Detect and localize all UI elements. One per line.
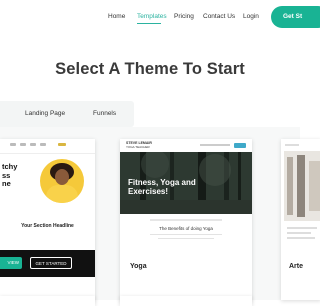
preview-nav-button [234,142,246,148]
preview-hero-image: Fitness, Yoga and Exercises! [120,152,252,214]
preview-nav-dot [40,143,46,146]
preview-portrait [40,159,84,203]
page-title: Select A Theme To Start [55,60,245,78]
preview-nav-links [200,144,230,146]
nav-link-pricing[interactable]: Pricing [174,13,194,20]
nav-active-indicator [137,23,161,25]
theme-card[interactable] [0,296,95,306]
theme-card-title: Arte [289,263,304,270]
preview-nav-button [58,143,66,146]
nav-link-home[interactable]: Home [108,13,125,20]
preview-header [0,139,95,154]
preview-section-headline: Your Section Headline [21,223,74,229]
preview-get-started-button: GET STARTED [30,257,72,269]
preview-logo [285,144,299,146]
preview-text-line [287,237,315,239]
preview-text-line [150,234,222,236]
tab-funnels[interactable]: Funnels [93,110,116,117]
preview-nav-dot [10,143,16,146]
preview-footer: VIEW GET STARTED [0,250,95,277]
nav-link-login[interactable]: Login [243,13,259,20]
top-nav: Home Templates Pricing Contact Us Login … [0,0,320,34]
theme-card[interactable] [120,296,252,306]
theme-filter-tabs: Landing Page Funnels [0,101,294,127]
theme-card-arte[interactable]: Arte [281,139,320,300]
preview-text-line [158,238,214,240]
preview-subtitle: The Benefits of doing Yoga [159,226,213,231]
preview-text-line [287,227,317,229]
preview-hero-title: Fitness, Yoga and Exercises! [128,178,196,196]
nav-link-templates[interactable]: Templates [137,13,167,20]
nav-link-contact[interactable]: Contact Us [203,13,235,20]
preview-text-line [287,232,311,234]
preview-nav-dot [30,143,36,146]
preview-image [284,151,320,221]
theme-card[interactable]: tchy ss ne Your Section Headline VIEW GE… [0,139,95,300]
preview-headline: tchy ss ne [2,162,18,188]
get-started-button[interactable]: Get St [271,6,320,28]
theme-card-yoga[interactable]: STEVE LEMAIR YOGA TEACHER Fitness, Yoga … [120,139,252,300]
theme-card-title: Yoga [130,263,147,270]
tab-landing-page[interactable]: Landing Page [25,110,65,117]
preview-header: STEVE LEMAIR YOGA TEACHER [120,139,252,152]
preview-divider [150,219,222,221]
preview-nav-dot [20,143,26,146]
preview-view-button: VIEW [0,257,22,269]
preview-logo: STEVE LEMAIR YOGA TEACHER [126,141,152,149]
